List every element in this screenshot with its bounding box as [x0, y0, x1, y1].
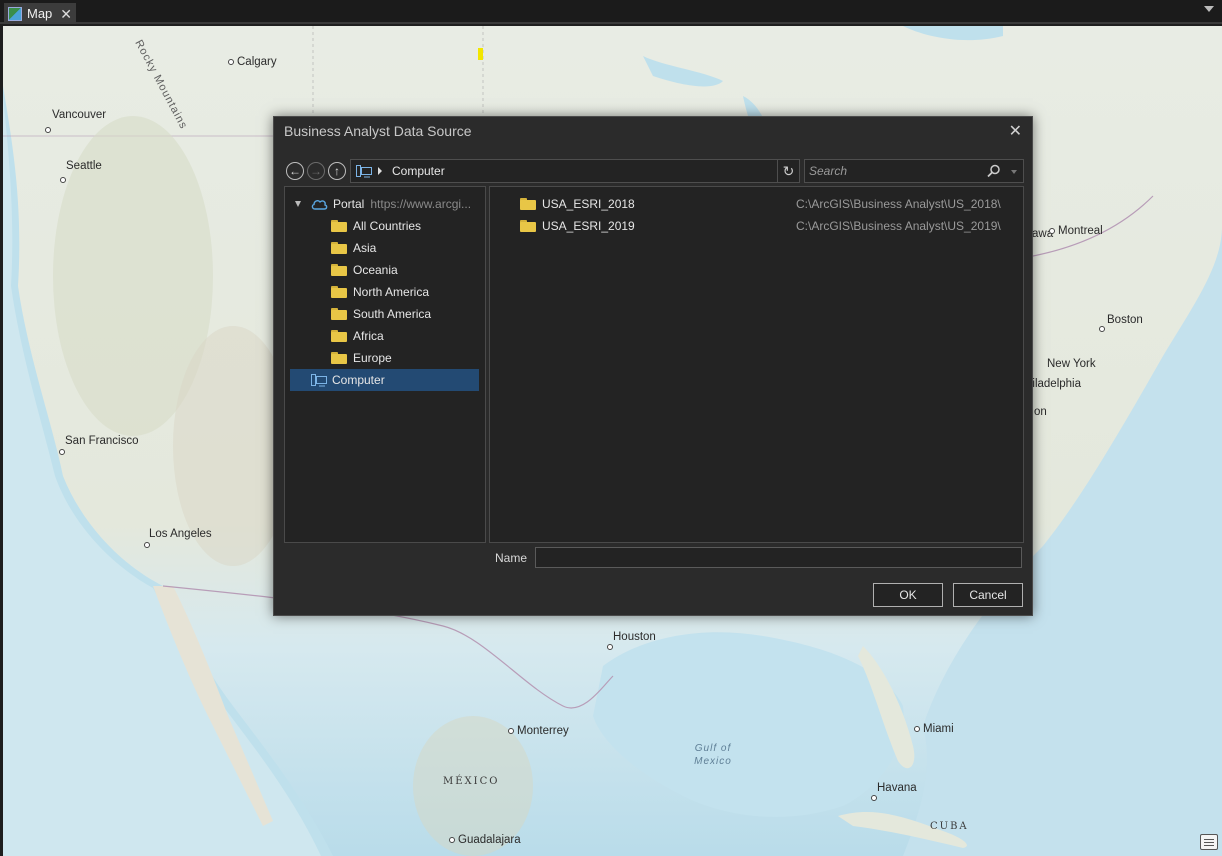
city-new-york: New York [1047, 358, 1096, 370]
tree-item-label: Portal [333, 197, 365, 211]
folder-contents: USA_ESRI_2018 C:\ArcGIS\Business Analyst… [489, 186, 1024, 543]
gulf-of-mexico-label: Gulf of Mexico [694, 743, 732, 767]
refresh-button[interactable]: ↻ [777, 160, 799, 182]
tree-item-africa[interactable]: Africa [331, 325, 384, 347]
folder-icon [520, 220, 536, 232]
city-marker-icon [508, 727, 514, 734]
chevron-down-icon[interactable] [1204, 6, 1214, 12]
city-houston-marker [607, 641, 616, 653]
folder-name: USA_ESRI_2018 [542, 197, 635, 211]
mexico-label: MÉXICO [443, 776, 500, 787]
tree-item-europe[interactable]: Europe [331, 347, 392, 369]
folder-icon [331, 242, 347, 254]
city-philadelphia-partial: hiladelphia [1026, 378, 1081, 390]
map-icon [8, 6, 22, 21]
tree-item-portal[interactable]: Portal https://www.arcgi... [295, 193, 471, 215]
city-washington-partial: on [1034, 406, 1047, 418]
city-calgary: Calgary [228, 56, 277, 68]
city-marker-icon [871, 794, 877, 801]
back-button[interactable]: ← [286, 162, 304, 180]
tree-item-computer[interactable]: Computer [290, 369, 479, 391]
attribution-icon[interactable] [1200, 834, 1218, 850]
breadcrumb-arrow-icon[interactable] [378, 167, 382, 175]
city-vancouver-marker [45, 124, 54, 136]
city-miami: Miami [914, 723, 954, 735]
ok-button[interactable]: OK [873, 583, 943, 607]
folder-path: C:\ArcGIS\Business Analyst\US_2019\ [796, 219, 1001, 233]
folder-path: C:\ArcGIS\Business Analyst\US_2018\ [796, 197, 1001, 211]
expand-arrow-icon[interactable] [295, 201, 301, 207]
computer-icon [356, 164, 372, 177]
close-icon[interactable]: ✕ [1009, 121, 1022, 141]
list-item[interactable]: USA_ESRI_2018 C:\ArcGIS\Business Analyst… [520, 193, 1001, 215]
city-marker-icon [144, 541, 150, 548]
cancel-button[interactable]: Cancel [953, 583, 1023, 607]
search-icon[interactable] [987, 164, 1001, 178]
tree-item-all-countries[interactable]: All Countries [331, 215, 421, 237]
dialog-title: Business Analyst Data Source [284, 123, 472, 139]
folder-icon [331, 220, 347, 232]
path-bar[interactable]: Computer ↻ [350, 159, 800, 183]
tree-item-asia[interactable]: Asia [331, 237, 376, 259]
folder-icon [331, 286, 347, 298]
city-marker-icon [1049, 227, 1055, 234]
city-marker-icon [59, 448, 65, 455]
city-havana-marker [871, 792, 880, 804]
folder-icon [331, 330, 347, 342]
search-box [804, 159, 1024, 183]
computer-icon [311, 373, 327, 386]
folder-icon [331, 308, 347, 320]
tab-strip: Map ✕ [0, 0, 1222, 24]
city-marker-icon [1099, 325, 1105, 332]
tree-item-oceania[interactable]: Oceania [331, 259, 398, 281]
city-san-francisco-marker [59, 446, 68, 458]
tab-map[interactable]: Map ✕ [4, 3, 76, 24]
city-los-angeles: Los Angeles [149, 528, 212, 540]
cuba-label: CUBA [930, 821, 969, 832]
city-marker-icon [449, 836, 455, 843]
portal-url: https://www.arcgi... [370, 197, 472, 211]
folder-icon [331, 264, 347, 276]
folder-tree: Portal https://www.arcgi... All Countrie… [284, 186, 486, 543]
city-montreal: Montreal [1049, 225, 1103, 237]
name-label: Name [495, 551, 528, 565]
cloud-icon [311, 200, 328, 210]
tab-label: Map [27, 6, 53, 21]
up-button[interactable]: ↑ [328, 162, 346, 180]
chevron-down-icon[interactable] [1011, 170, 1017, 174]
folder-icon [520, 198, 536, 210]
city-seattle-marker [60, 174, 69, 186]
folder-icon [331, 352, 347, 364]
city-los-angeles-marker [144, 539, 153, 551]
city-boston-marker [1099, 323, 1108, 335]
city-havana: Havana [877, 782, 917, 794]
list-item[interactable]: USA_ESRI_2019 C:\ArcGIS\Business Analyst… [520, 215, 1001, 237]
name-field[interactable] [535, 547, 1022, 568]
city-marker-icon [60, 176, 66, 183]
breadcrumb-computer[interactable]: Computer [392, 164, 445, 178]
city-monterrey: Monterrey [508, 725, 569, 737]
city-marker-icon [228, 58, 234, 65]
close-icon[interactable]: ✕ [60, 7, 72, 21]
forward-button[interactable]: → [307, 162, 325, 180]
city-guadalajara: Guadalajara [449, 834, 521, 846]
city-marker-icon [607, 643, 613, 650]
city-san-francisco: San Francisco [65, 435, 139, 447]
city-marker-icon [45, 126, 51, 133]
tree-item-south-america[interactable]: South America [331, 303, 431, 325]
tree-item-north-america[interactable]: North America [331, 281, 429, 303]
folder-name: USA_ESRI_2019 [542, 219, 635, 233]
search-input[interactable] [809, 163, 979, 179]
business-analyst-data-source-dialog: Business Analyst Data Source ✕ ← → ↑ Com… [273, 116, 1033, 616]
city-marker-icon [914, 725, 920, 732]
